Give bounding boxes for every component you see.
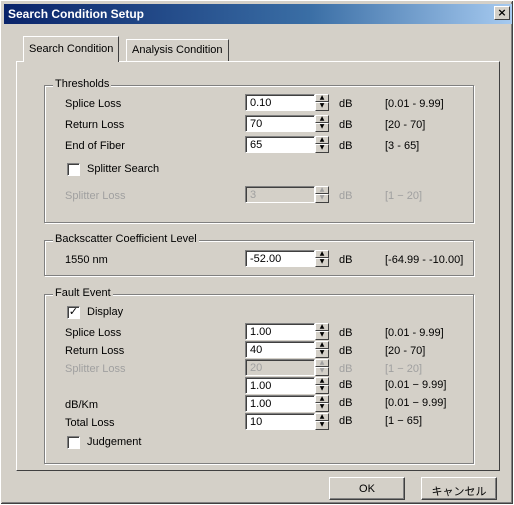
fault-splice-loss-spinner[interactable]: ▲ ▼ [315,323,329,340]
splitter-loss-unit: dB [339,190,353,202]
fault-db-km-spinner[interactable]: ▲ ▼ [315,395,329,412]
threshold-return-loss-spinner[interactable]: ▲ ▼ [315,115,329,132]
spin-down-icon[interactable]: ▼ [315,403,329,412]
threshold-end-of-fiber-unit: dB [339,140,353,152]
spin-up-icon[interactable]: ▲ [315,359,329,367]
search-condition-panel: Thresholds Splice Loss 0.10 ▲ ▼ dB [0.01 … [16,61,500,471]
tab-analysis-condition[interactable]: Analysis Condition [126,39,229,61]
threshold-end-of-fiber-input[interactable]: 65 [245,136,315,153]
threshold-splice-loss-unit: dB [339,98,353,110]
splitter-loss-label: Splitter Loss [65,190,126,202]
fault-splice-loss-unit: dB [339,327,353,339]
fault-splitter-loss-input[interactable]: 20 [245,359,315,376]
spin-down-icon[interactable]: ▼ [315,349,329,358]
spin-up-icon[interactable]: ▲ [315,186,329,194]
fault-total-loss-unit: dB [339,415,353,427]
fault-splice-loss-range: [0.01 - 9.99] [385,327,444,339]
threshold-return-loss-range: [20 - 70] [385,119,426,131]
spin-down-icon[interactable]: ▼ [315,102,329,111]
fault-db-km-input[interactable]: 1.00 [245,395,315,412]
spin-up-icon[interactable]: ▲ [315,136,329,144]
backscatter-1550-label: 1550 nm [65,254,108,266]
spin-up-icon[interactable]: ▲ [315,341,329,349]
fault-unlabeled-spinner[interactable]: ▲ ▼ [315,377,329,394]
splitter-loss-range: [1 − 20] [385,190,423,202]
fault-return-loss-spinner[interactable]: ▲ ▼ [315,341,329,358]
fault-return-loss-input[interactable]: 40 [245,341,315,358]
threshold-splice-loss-spinner[interactable]: ▲ ▼ [315,94,329,111]
spin-up-icon[interactable]: ▲ [315,323,329,331]
spin-down-icon[interactable]: ▼ [315,367,329,376]
backscatter-1550-input[interactable]: -52.00 [245,250,315,267]
spin-down-icon[interactable]: ▼ [315,123,329,132]
splitter-loss-spinner[interactable]: ▲ ▼ [315,186,329,203]
threshold-splice-loss-label: Splice Loss [65,98,122,110]
fault-total-loss-range: [1 − 65] [385,415,423,427]
threshold-return-loss-label: Return Loss [65,119,125,131]
fault-total-loss-label: Total Loss [65,417,115,429]
threshold-return-loss-unit: dB [339,119,353,131]
backscatter-title: Backscatter Coefficient Level [53,233,199,245]
fault-splitter-loss-unit: dB [339,363,353,375]
spin-up-icon[interactable]: ▲ [315,413,329,421]
ok-button[interactable]: OK [329,477,405,500]
fault-splice-loss-input[interactable]: 1.00 [245,323,315,340]
spin-up-icon[interactable]: ▲ [315,115,329,123]
threshold-splice-loss-range: [0.01 - 9.99] [385,98,444,110]
threshold-end-of-fiber-label: End of Fiber [65,140,125,152]
spin-up-icon[interactable]: ▲ [315,395,329,403]
fault-event-group: Fault Event ✓ Display Splice Loss 1.00 ▲… [44,287,474,464]
tab-analysis-condition-label: Analysis Condition [132,44,223,56]
tab-search-condition-label: Search Condition [29,43,114,55]
fault-db-km-unit: dB [339,397,353,409]
spin-down-icon[interactable]: ▼ [315,331,329,340]
fault-splitter-loss-label: Splitter Loss [65,363,126,375]
spin-down-icon[interactable]: ▼ [315,421,329,430]
threshold-splice-loss-input[interactable]: 0.10 [245,94,315,111]
backscatter-1550-range: [-64.99 - -10.00] [385,254,464,266]
fault-db-km-label: dB/Km [65,399,99,411]
backscatter-group: Backscatter Coefficient Level 1550 nm -5… [44,233,474,276]
cancel-button[interactable]: キャンセル [421,477,497,500]
threshold-return-loss-input[interactable]: 70 [245,115,315,132]
search-condition-dialog: Search Condition Setup × Search Conditio… [0,0,514,505]
fault-unlabeled-unit: dB [339,379,353,391]
title-bar[interactable]: Search Condition Setup × [4,4,512,24]
fault-total-loss-input[interactable]: 10 [245,413,315,430]
judgement-checkbox[interactable] [67,436,80,449]
thresholds-title: Thresholds [53,78,112,90]
splitter-loss-input[interactable]: 3 [245,186,315,203]
backscatter-1550-unit: dB [339,254,353,266]
threshold-end-of-fiber-range: [3 - 65] [385,140,420,152]
fault-return-loss-label: Return Loss [65,345,125,357]
fault-unlabeled-input[interactable]: 1.00 [245,377,315,394]
splitter-search-checkbox[interactable] [67,163,80,176]
fault-total-loss-spinner[interactable]: ▲ ▼ [315,413,329,430]
fault-splice-loss-label: Splice Loss [65,327,122,339]
spin-up-icon[interactable]: ▲ [315,250,329,258]
fault-db-km-range: [0.01 − 9.99] [385,397,447,409]
fault-return-loss-range: [20 - 70] [385,345,426,357]
threshold-end-of-fiber-spinner[interactable]: ▲ ▼ [315,136,329,153]
display-checkbox[interactable]: ✓ [67,306,80,319]
close-icon[interactable]: × [494,6,510,20]
spin-down-icon[interactable]: ▼ [315,258,329,267]
thresholds-group: Thresholds Splice Loss 0.10 ▲ ▼ dB [0.01 … [44,78,474,223]
fault-splitter-loss-spinner[interactable]: ▲ ▼ [315,359,329,376]
spin-down-icon[interactable]: ▼ [315,144,329,153]
judgement-label: Judgement [87,436,142,448]
tab-search-condition[interactable]: Search Condition [23,36,120,62]
spin-up-icon[interactable]: ▲ [315,377,329,385]
spin-up-icon[interactable]: ▲ [315,94,329,102]
backscatter-1550-spinner[interactable]: ▲ ▼ [315,250,329,267]
window-title: Search Condition Setup [8,7,145,21]
spin-down-icon[interactable]: ▼ [315,194,329,203]
splitter-search-label: Splitter Search [87,163,160,175]
fault-event-title: Fault Event [53,287,113,299]
fault-splitter-loss-range: [1 − 20] [385,363,423,375]
fault-return-loss-unit: dB [339,345,353,357]
fault-unlabeled-range: [0.01 − 9.99] [385,379,447,391]
spin-down-icon[interactable]: ▼ [315,385,329,394]
display-label: Display [87,306,124,318]
